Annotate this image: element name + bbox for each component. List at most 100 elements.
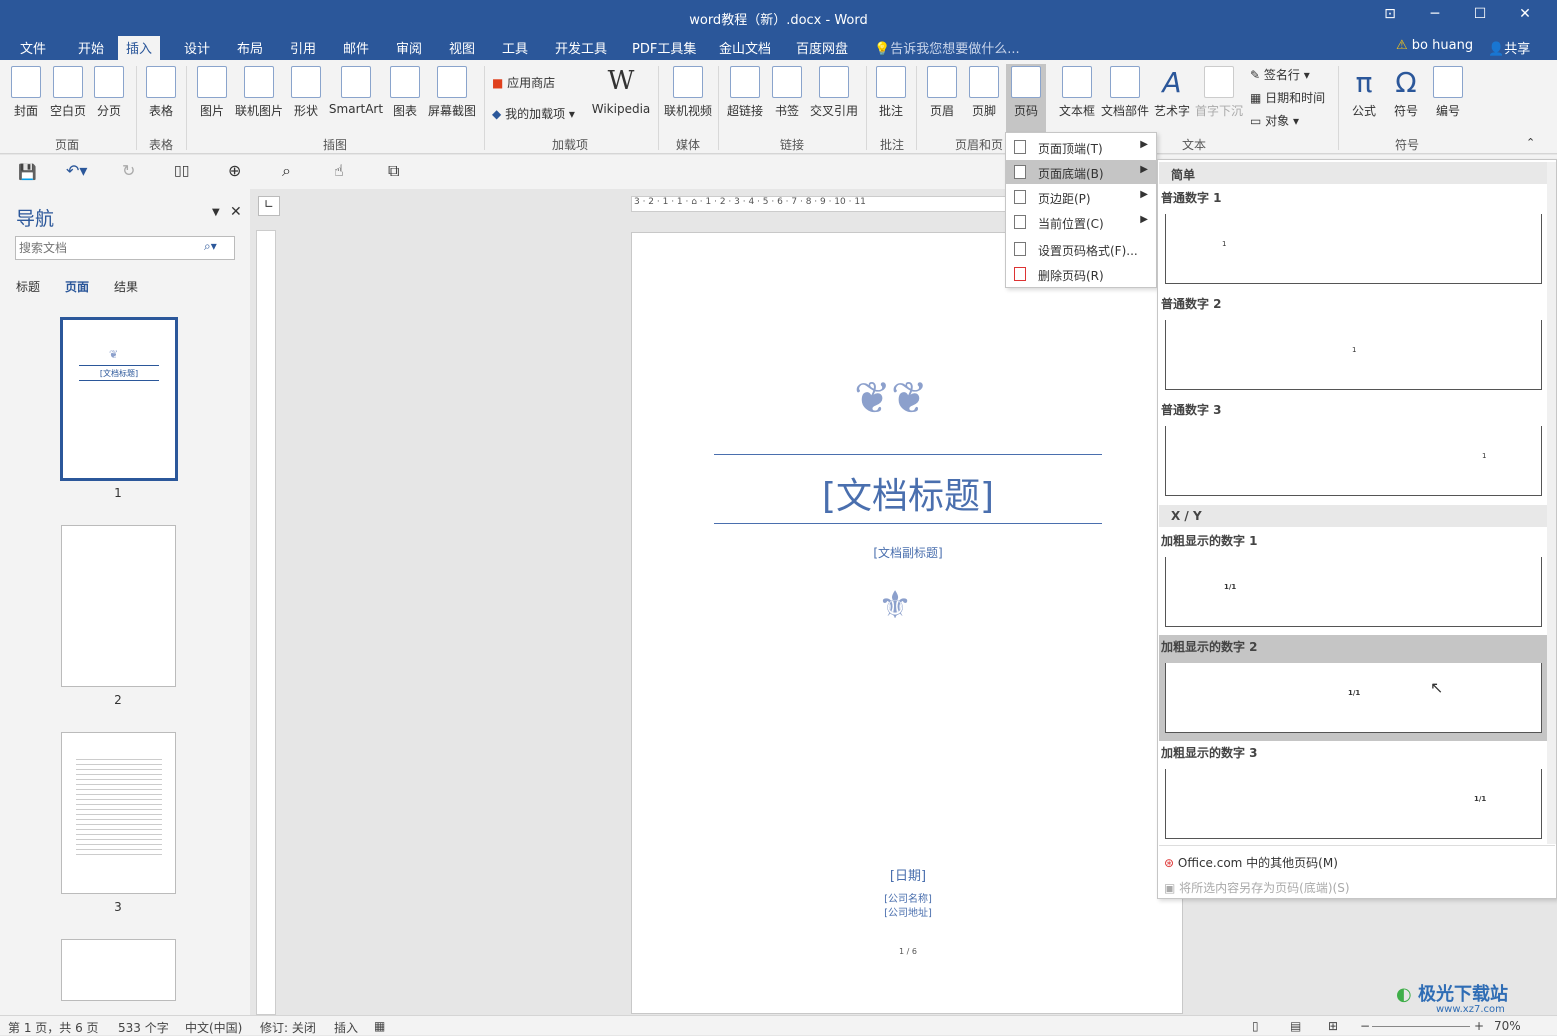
nav-search-box[interactable]: ⌕▾: [15, 236, 235, 260]
object-button[interactable]: ▭ 对象 ▾: [1250, 112, 1299, 129]
screenshot-button[interactable]: 屏幕截图: [426, 66, 478, 119]
more-page-numbers-office[interactable]: ⊛ Office.com 中的其他页码(M): [1164, 854, 1338, 871]
hyperlink-button[interactable]: 超链接: [724, 66, 766, 119]
tab-home[interactable]: 开始: [76, 38, 106, 57]
gallery-item-plain-number-2[interactable]: 1: [1165, 320, 1542, 390]
gallery-item-bold-number-3[interactable]: 1/1: [1165, 769, 1542, 839]
textbox-button[interactable]: 文本框: [1058, 66, 1096, 119]
dropcap-button[interactable]: 首字下沉: [1194, 66, 1244, 119]
numbering-button[interactable]: 编号: [1430, 66, 1466, 119]
search-input[interactable]: [19, 238, 199, 258]
status-track-changes[interactable]: 修订: 关闭: [260, 1019, 316, 1036]
bookmark-button[interactable]: 书签: [772, 66, 802, 119]
menu-item-bottom-of-page[interactable]: 页面底端(B) ▶: [1006, 160, 1156, 184]
document-page[interactable]: ❦❦ [文档标题] [文档副标题] ⚜ [日期] [公司名称] [公司地址] 1…: [631, 232, 1183, 1014]
status-mode[interactable]: 插入: [334, 1019, 358, 1036]
shapes-button[interactable]: 形状: [290, 66, 322, 119]
page-thumbnail-4[interactable]: [61, 939, 176, 1001]
page-thumbnail-2[interactable]: [61, 525, 176, 687]
zoom-slider[interactable]: [1372, 1026, 1470, 1027]
my-addins-button[interactable]: ◆ 我的加载项 ▾: [492, 105, 575, 122]
tab-mailings[interactable]: 邮件: [341, 38, 371, 57]
gallery-item-plain-number-3[interactable]: 1: [1165, 426, 1542, 496]
menu-item-current-position[interactable]: 当前位置(C) ▶: [1006, 210, 1156, 234]
doc-title[interactable]: [文档标题]: [714, 467, 1102, 519]
minimize-button[interactable]: ─: [1420, 6, 1450, 28]
page-thumbnail-1[interactable]: ❦ [文档标题]: [60, 317, 178, 481]
menu-item-page-margins[interactable]: 页边距(P) ▶: [1006, 185, 1156, 209]
cross-reference-button[interactable]: 交叉引用: [808, 66, 860, 119]
picture-button[interactable]: 图片: [196, 66, 228, 119]
tab-tools[interactable]: 工具: [500, 38, 530, 57]
zoom-level[interactable]: 70%: [1494, 1019, 1521, 1033]
macro-icon[interactable]: ▦: [374, 1019, 385, 1033]
web-layout-icon[interactable]: ⊕: [228, 161, 241, 180]
close-button[interactable]: ✕: [1510, 6, 1540, 28]
touch-mode-icon[interactable]: ☝: [334, 161, 344, 180]
read-mode-icon[interactable]: ▯▯: [174, 163, 189, 179]
wikipedia-button[interactable]: W Wikipedia: [590, 66, 652, 116]
page-number-button[interactable]: 页码: [1006, 64, 1046, 134]
tab-references[interactable]: 引用: [288, 38, 318, 57]
comment-button[interactable]: 批注: [874, 66, 908, 119]
gallery-item-plain-number-1[interactable]: 1: [1165, 214, 1542, 284]
maximize-button[interactable]: ☐: [1465, 6, 1495, 28]
tab-baidu[interactable]: 百度网盘: [794, 38, 850, 57]
tab-kdocs[interactable]: 金山文档: [717, 38, 773, 57]
page-thumbnail-3[interactable]: [61, 732, 176, 894]
online-picture-button[interactable]: 联机图片: [233, 66, 285, 119]
header-button[interactable]: 页眉: [924, 66, 960, 119]
wordart-button[interactable]: A 艺术字: [1154, 66, 1190, 119]
print-layout-view-icon[interactable]: ▤: [1290, 1019, 1301, 1033]
status-language[interactable]: 中文(中国): [185, 1019, 242, 1036]
footer-button[interactable]: 页脚: [966, 66, 1002, 119]
chart-button[interactable]: 图表: [390, 66, 420, 119]
blank-page-button[interactable]: 空白页: [48, 66, 88, 119]
nav-tab-headings[interactable]: 标题: [16, 278, 40, 295]
cover-page-button[interactable]: 封面: [8, 66, 44, 119]
web-layout-view-icon[interactable]: ⊞: [1328, 1019, 1338, 1033]
tell-me-search[interactable]: 💡告诉我您想要做什么...: [872, 38, 1022, 57]
tab-pdf[interactable]: PDF工具集: [630, 38, 698, 57]
signature-line-button[interactable]: ✎ 签名行 ▾: [1250, 66, 1310, 83]
equation-button[interactable]: π 公式: [1346, 66, 1382, 119]
doc-subtitle[interactable]: [文档副标题]: [714, 544, 1102, 561]
gallery-item-bold-number-2[interactable]: 1/1: [1165, 663, 1542, 733]
status-words[interactable]: 533 个字: [118, 1019, 169, 1036]
store-button[interactable]: ■ 应用商店: [492, 74, 555, 91]
print-preview-icon[interactable]: ⌕: [282, 161, 291, 181]
tab-insert[interactable]: 插入: [118, 36, 161, 60]
nav-tab-results[interactable]: 结果: [114, 278, 138, 295]
nav-tab-pages[interactable]: 页面: [65, 278, 89, 295]
tab-design[interactable]: 设计: [182, 38, 212, 57]
nav-close-icon[interactable]: ✕: [230, 204, 242, 220]
search-icon[interactable]: ⌕▾: [204, 239, 217, 254]
doc-address[interactable]: [公司地址]: [714, 904, 1102, 919]
redo-icon[interactable]: ↻: [122, 161, 135, 180]
menu-item-top-of-page[interactable]: 页面顶端(T) ▶: [1006, 135, 1156, 159]
share-button[interactable]: 👤共享: [1486, 38, 1532, 57]
nav-options-icon[interactable]: ▼: [212, 207, 220, 218]
tab-developer[interactable]: 开发工具: [553, 38, 609, 57]
tab-view[interactable]: 视图: [447, 38, 477, 57]
zoom-out-button[interactable]: −: [1360, 1019, 1370, 1033]
save-selection-as-page-number[interactable]: ▣ 将所选内容另存为页码(底端)(S): [1164, 879, 1350, 896]
user-account[interactable]: ⚠ bo huang: [1394, 38, 1475, 53]
quick-parts-button[interactable]: 文档部件: [1100, 66, 1150, 119]
customize-icon[interactable]: ⧉: [388, 161, 399, 181]
tab-selector-icon[interactable]: ∟: [258, 196, 280, 216]
menu-item-format-page-numbers[interactable]: 设置页码格式(F)...: [1006, 237, 1156, 261]
doc-company[interactable]: [公司名称]: [714, 890, 1102, 905]
gallery-scrollbar[interactable]: [1547, 162, 1556, 844]
page-break-button[interactable]: 分页: [92, 66, 126, 119]
menu-item-remove-page-numbers[interactable]: 删除页码(R): [1006, 262, 1156, 286]
collapse-ribbon-icon[interactable]: ⌃: [1526, 136, 1535, 149]
zoom-in-button[interactable]: +: [1474, 1019, 1484, 1033]
ribbon-display-icon[interactable]: ⊡: [1375, 6, 1405, 28]
horizontal-ruler[interactable]: 3 · 2 · 1 · 1 · ⌂ · 1 · 2 · 3 · 4 · 5 · …: [631, 196, 1011, 212]
symbol-button[interactable]: Ω 符号: [1388, 66, 1424, 119]
read-mode-view-icon[interactable]: ▯: [1252, 1019, 1259, 1033]
save-icon[interactable]: 💾: [18, 163, 37, 181]
status-page[interactable]: 第 1 页，共 6 页: [8, 1019, 99, 1036]
table-button[interactable]: 表格: [144, 66, 178, 119]
